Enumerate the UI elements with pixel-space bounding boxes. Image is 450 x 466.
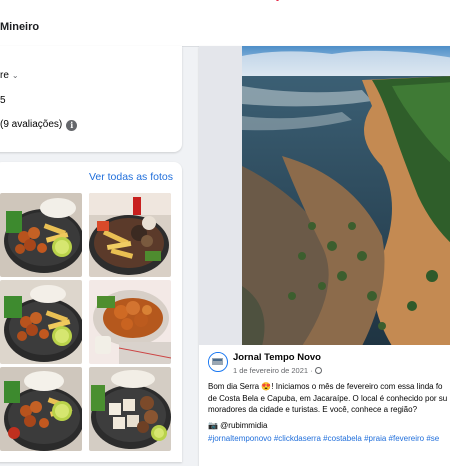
author-avatar[interactable]: [208, 352, 228, 372]
post-date[interactable]: 1 de fevereiro de 2021 ·: [233, 366, 322, 375]
info-card: re ⌄ 5 (9 avaliações) i: [0, 46, 182, 152]
photo-credit: 📷 @rubimmidia: [208, 421, 268, 430]
jornal-logo-icon: [209, 353, 226, 370]
post-text-line: Bom dia Serra 😍! Iniciamos o mês de feve…: [208, 382, 443, 391]
post-text: Bom dia Serra 😍! Iniciamos o mês de feve…: [208, 381, 450, 416]
notification-dot: [276, 0, 279, 1]
post-hashtags[interactable]: #jornaltemponovo #clickdaserra #costabel…: [208, 434, 450, 443]
food-photo-image: [89, 367, 171, 451]
see-all-photos-link[interactable]: Ver todas as fotos: [89, 171, 173, 183]
post-text-line: de Costa Bela e Capuba, em Jacaraípe. O …: [208, 393, 448, 403]
photo-thumbnail[interactable]: [89, 193, 171, 277]
chevron-down-icon: ⌄: [11, 71, 19, 80]
info-icon[interactable]: i: [66, 120, 78, 131]
image-viewer-background: [199, 46, 242, 345]
post-author-name[interactable]: Jornal Tempo Novo: [233, 352, 321, 363]
reviews-count: (9 avaliações): [0, 119, 63, 130]
top-bar: Mineiro: [0, 0, 450, 47]
info-rating: 5: [0, 95, 6, 106]
photo-thumbnail[interactable]: [89, 367, 171, 451]
post-image[interactable]: [242, 46, 450, 345]
post-card: Jornal Tempo Novo 1 de fevereiro de 2021…: [199, 46, 450, 466]
beach-aerial-photo: [242, 46, 450, 345]
photo-thumbnail[interactable]: [0, 193, 82, 277]
globe-icon: [314, 367, 322, 374]
photo-thumbnail[interactable]: [0, 280, 82, 364]
info-reviews: (9 avaliações) i: [0, 119, 78, 131]
food-photo-image: [0, 367, 82, 451]
photo-thumbnail[interactable]: [0, 367, 82, 451]
food-photo-image: [89, 193, 171, 277]
food-photo-image: [0, 280, 82, 364]
post-text-line: moradores da cidade e turistas. E você, …: [208, 405, 418, 414]
food-photo-image: [89, 280, 171, 364]
info-category[interactable]: re ⌄: [0, 70, 19, 81]
food-photo-image: [0, 193, 82, 277]
page-title: Mineiro: [0, 21, 40, 33]
photos-card: Ver todas as fotos: [0, 162, 182, 462]
photo-thumbnail[interactable]: [89, 280, 171, 364]
